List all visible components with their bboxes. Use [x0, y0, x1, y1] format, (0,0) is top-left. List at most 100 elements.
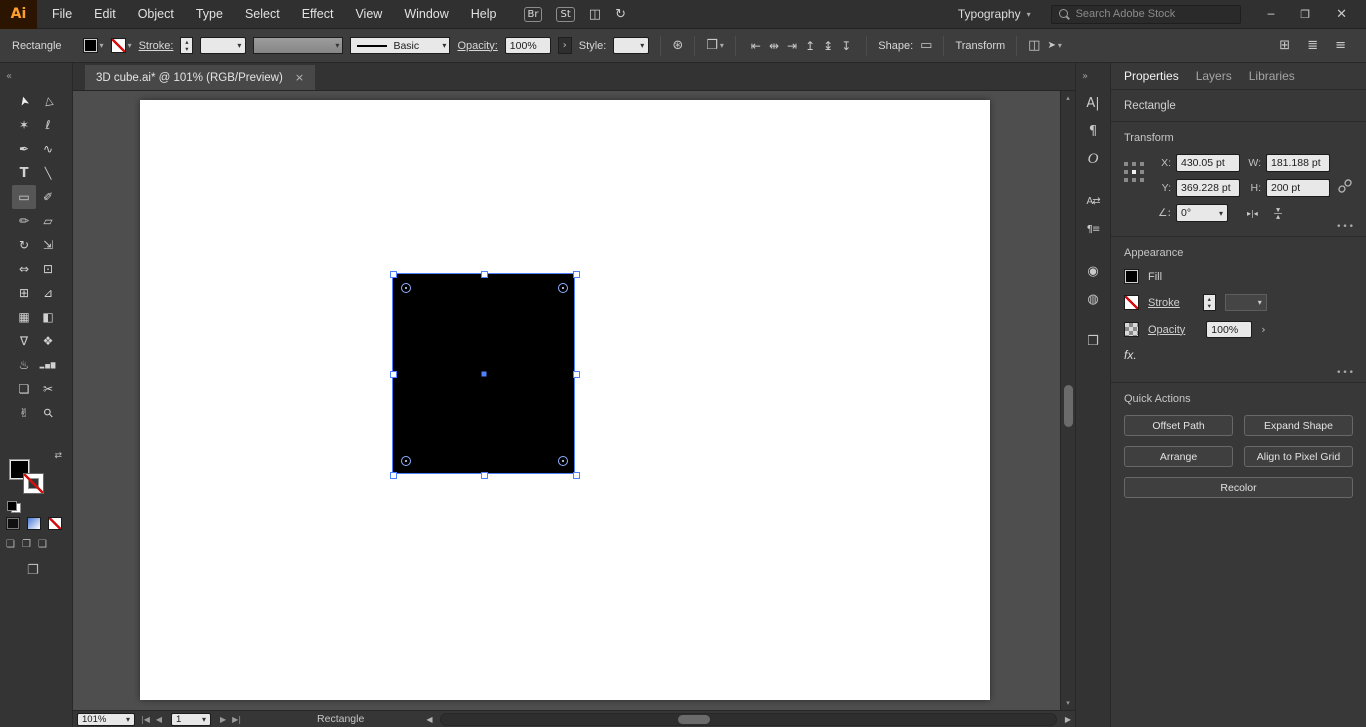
default-fill-stroke-icon[interactable] — [7, 501, 21, 513]
tab-properties[interactable]: Properties — [1124, 69, 1179, 83]
selection-handle[interactable] — [389, 371, 397, 378]
menu-effect[interactable]: Effect — [291, 0, 345, 29]
character-styles-icon[interactable]: A⇄ — [1076, 187, 1110, 215]
y-field[interactable]: 369.228 pt — [1176, 179, 1240, 197]
menu-select[interactable]: Select — [234, 0, 291, 29]
magic-wand-tool[interactable]: ✶ — [12, 113, 36, 137]
paintbrush-tool[interactable]: ✐ — [36, 185, 60, 209]
stroke-weight-dropdown[interactable]: ▾ — [200, 37, 247, 54]
minimize-button[interactable]: ─ — [1255, 8, 1288, 21]
gradient-panel-icon[interactable]: ◉ — [1076, 257, 1110, 285]
artboard-tool[interactable]: ❏ — [12, 377, 36, 401]
line-segment-tool[interactable]: ╲ — [36, 161, 60, 185]
direct-selection-tool[interactable]: ▷ — [36, 89, 60, 113]
appearance-more-options[interactable]: ••• — [1336, 368, 1355, 378]
align-horizontal-center-icon[interactable]: ⇹ — [769, 39, 779, 53]
stepper-down-icon[interactable]: ▾ — [1208, 302, 1211, 310]
tab-libraries[interactable]: Libraries — [1249, 69, 1295, 83]
align-horizontal-left-icon[interactable]: ⇤ — [751, 39, 761, 53]
zoom-tool[interactable]: ⚲ — [36, 401, 60, 425]
stroke-label[interactable]: Stroke — [1148, 297, 1180, 309]
pen-tool[interactable]: ✒ — [12, 137, 36, 161]
transform-more-options[interactable]: ••• — [1336, 222, 1355, 232]
menu-window[interactable]: Window — [393, 0, 459, 29]
horizontal-scroll-thumb[interactable] — [678, 714, 711, 724]
select-similar-dropdown[interactable]: ➤ ▾ — [1047, 40, 1061, 51]
paragraph-panel-icon[interactable]: ¶ — [1076, 117, 1110, 145]
color-button[interactable] — [6, 517, 20, 530]
perspective-grid-tool[interactable]: ⊿ — [36, 281, 60, 305]
canvas[interactable] — [73, 91, 1060, 710]
reference-point-0[interactable] — [1124, 162, 1128, 166]
free-transform-tool[interactable]: ⊡ — [36, 257, 60, 281]
scroll-left-icon[interactable]: ◀ — [426, 715, 432, 724]
symbols-panel-icon[interactable]: ◍ — [1076, 285, 1110, 313]
shape-options-icon[interactable]: ▭ — [920, 38, 932, 53]
reference-point-widget[interactable] — [1124, 162, 1145, 183]
reference-point-4[interactable] — [1132, 170, 1136, 174]
menu-help[interactable]: Help — [460, 0, 508, 29]
draw-behind-icon[interactable]: ❐ — [22, 539, 31, 550]
stock-search[interactable] — [1050, 4, 1241, 24]
opacity-label[interactable]: Opacity — [1148, 324, 1185, 336]
lasso-tool[interactable]: ℓ — [36, 113, 60, 137]
bridge-icon[interactable]: Br — [523, 6, 543, 22]
corner-radius-widget[interactable] — [401, 283, 411, 293]
workspace-switcher[interactable]: Typography ▾ — [958, 7, 1031, 21]
link-dimensions-icon[interactable] — [1337, 178, 1353, 199]
artboard-number-dropdown[interactable]: 1 ▾ — [171, 712, 212, 726]
width-tool[interactable]: ⇔ — [12, 257, 36, 281]
opacity-swatch[interactable] — [1124, 322, 1139, 337]
artboard[interactable] — [140, 100, 990, 700]
opacity-field[interactable]: 100% — [1206, 321, 1253, 338]
column-graph-tool[interactable]: ▂▅▇ — [36, 353, 60, 377]
h-field[interactable]: 200 pt — [1266, 179, 1330, 197]
reference-point-3[interactable] — [1124, 170, 1128, 174]
zoom-level-dropdown[interactable]: 101% ▾ — [77, 712, 135, 726]
last-artboard-icon[interactable]: ▶| — [232, 715, 241, 724]
horizontal-scrollbar[interactable] — [440, 712, 1057, 726]
qa-recolor[interactable]: Recolor — [1124, 477, 1353, 498]
close-button[interactable]: ✕ — [1323, 7, 1360, 22]
isolate-mode-icon[interactable]: ◫ — [1028, 38, 1040, 53]
left-dock-collapse[interactable]: « — [0, 63, 72, 89]
symbol-sprayer-tool[interactable]: ♨ — [12, 353, 36, 377]
gradient-tool[interactable]: ◧ — [36, 305, 60, 329]
eyedropper-tool[interactable]: ∇ — [12, 329, 36, 353]
x-field[interactable]: 430.05 pt — [1176, 154, 1240, 172]
corner-radius-widget[interactable] — [558, 283, 568, 293]
color-wheel-icon[interactable]: ⊛ — [672, 38, 683, 53]
stroke-color-well[interactable] — [23, 473, 44, 494]
transform-label[interactable]: Transform — [955, 40, 1005, 52]
panel-dock-icon[interactable]: ≣ — [1307, 38, 1318, 53]
menu-object[interactable]: Object — [127, 0, 185, 29]
arrange-documents-icon[interactable]: ◫ — [589, 7, 601, 22]
qa-align-to-pixel-grid[interactable]: Align to Pixel Grid — [1244, 446, 1353, 467]
artboards-panel-icon[interactable]: ❒ — [1076, 327, 1110, 355]
scroll-right-icon[interactable]: ▶ — [1065, 715, 1071, 724]
tab-layers[interactable]: Layers — [1196, 69, 1232, 83]
qa-arrange[interactable]: Arrange — [1124, 446, 1233, 467]
document-tab[interactable]: 3D cube.ai* @ 101% (RGB/Preview) × — [85, 65, 316, 90]
reference-point-1[interactable] — [1132, 162, 1136, 166]
vertical-scrollbar[interactable]: ▴ ▾ — [1060, 91, 1075, 710]
rotation-dropdown[interactable]: 0° ▾ — [1176, 204, 1228, 222]
blend-tool[interactable]: ❖ — [36, 329, 60, 353]
qa-expand-shape[interactable]: Expand Shape — [1244, 415, 1353, 436]
stroke-color-dropdown[interactable]: ▾ — [110, 38, 132, 53]
none-button[interactable] — [48, 517, 62, 530]
character-panel-icon[interactable]: A| — [1076, 89, 1110, 117]
reference-point-2[interactable] — [1140, 162, 1144, 166]
slice-tool[interactable]: ✂ — [36, 377, 60, 401]
menu-view[interactable]: View — [344, 0, 393, 29]
stroke-label[interactable]: Stroke: — [139, 40, 174, 52]
scroll-down-icon[interactable]: ▾ — [1061, 699, 1075, 707]
rotate-tool[interactable]: ↻ — [12, 233, 36, 257]
gradient-button[interactable] — [27, 517, 41, 530]
selection-center-point[interactable] — [481, 371, 486, 376]
search-input[interactable] — [1075, 8, 1234, 20]
selection-handle[interactable] — [481, 471, 488, 479]
swap-fill-stroke-icon[interactable]: ⇄ — [54, 451, 62, 461]
restore-button[interactable]: ❐ — [1287, 8, 1323, 21]
stroke-swatch[interactable] — [1124, 295, 1139, 310]
